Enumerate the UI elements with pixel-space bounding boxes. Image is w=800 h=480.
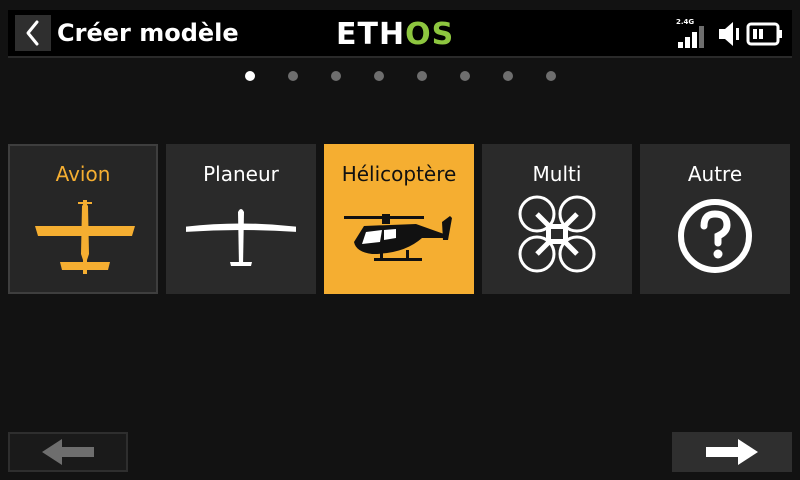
tile-label: Autre (687, 162, 743, 186)
helicopter-icon (344, 214, 452, 261)
tile-label: Avion (55, 162, 111, 186)
signal-bars-icon (678, 26, 704, 48)
back-button[interactable] (15, 15, 51, 51)
quadcopter-icon (518, 195, 596, 273)
ethos-logo: ETH OS (336, 16, 455, 52)
page-dot (245, 71, 255, 81)
top-bar: Créer modèle ETH OS 2.4G (8, 10, 792, 58)
page-dot (546, 71, 556, 81)
previous-button[interactable] (8, 432, 128, 472)
tile-other[interactable]: Autre (640, 144, 790, 294)
question-icon (678, 199, 752, 273)
page-indicator (0, 68, 800, 84)
airplane-icon (35, 200, 135, 274)
tile-label: Multi (532, 162, 582, 186)
tile-label: Planeur (203, 162, 279, 186)
chevron-left-icon (26, 20, 39, 46)
page-dot (374, 71, 384, 81)
next-button[interactable] (672, 432, 792, 472)
glider-icon (186, 209, 296, 266)
page-dot (331, 71, 341, 81)
page-dot (503, 71, 513, 81)
page-dot (460, 71, 470, 81)
speaker-muted-icon (719, 22, 739, 46)
status-area: 2.4G (676, 17, 784, 51)
tile-helicopter[interactable]: Hélicoptère (324, 144, 474, 294)
page-dot (417, 71, 427, 81)
tile-label: Hélicoptère (341, 162, 457, 186)
model-type-list: Avion Planeur Hélicoptère Multi Autre (8, 144, 792, 294)
logo-eth: ETH (336, 16, 406, 52)
logo-os: OS (405, 16, 455, 52)
arrow-left-icon (42, 439, 94, 465)
tile-multirotor[interactable]: Multi (482, 144, 632, 294)
tile-airplane[interactable]: Avion (8, 144, 158, 294)
arrow-right-icon (706, 439, 758, 465)
page-title: Créer modèle (57, 19, 239, 47)
signal-indicator: 2.4G (676, 18, 712, 50)
page-dot (288, 71, 298, 81)
battery-icon (746, 22, 782, 46)
tile-glider[interactable]: Planeur (166, 144, 316, 294)
